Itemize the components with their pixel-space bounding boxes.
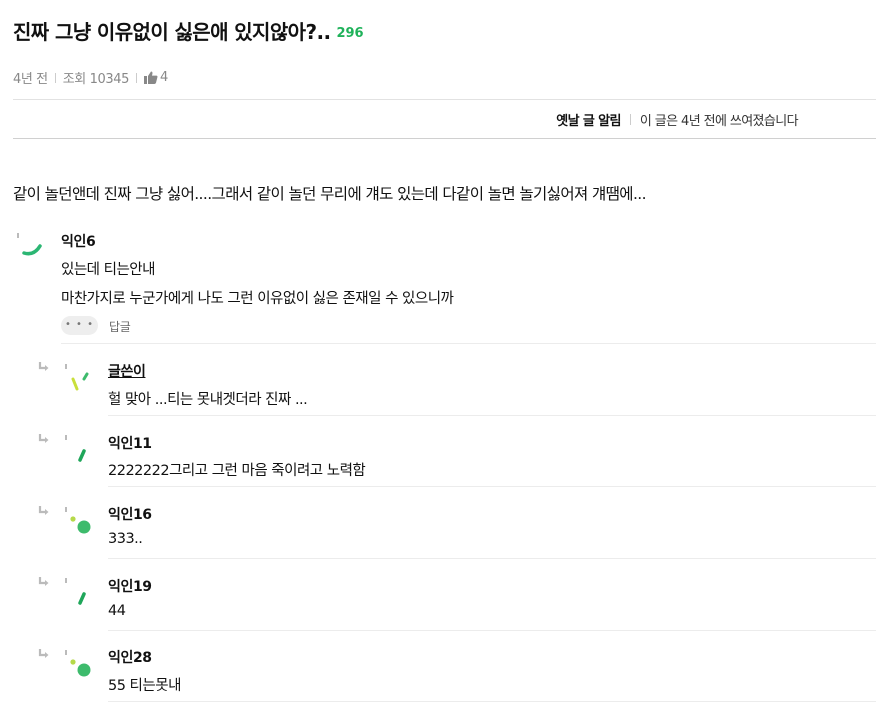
reply-text: 55 티는못내 — [108, 678, 181, 694]
reply-text: 44 — [108, 603, 126, 619]
divider — [13, 99, 876, 100]
comment-nickname[interactable]: 익인6 — [61, 231, 96, 251]
divider — [108, 630, 876, 631]
divider — [54, 72, 56, 83]
divider — [108, 486, 876, 487]
reply-text: 헐 맞아 ...티는 못내겟더라 진짜 ... — [108, 392, 308, 408]
thumbs-up-icon — [143, 71, 158, 84]
reply-arrow-icon — [38, 362, 49, 371]
reply-nickname[interactable]: 익인11 — [108, 433, 152, 453]
comment-count[interactable]: 296 — [336, 26, 363, 41]
post-title: 진짜 그냥 이유없이 싫은애 있지않아?.. — [13, 20, 331, 44]
reply-nickname[interactable]: 익인19 — [108, 576, 152, 596]
comment-text: 마찬가지로 누군가에게 나도 그런 이유없이 싫은 존재일 수 있으니까 — [61, 291, 454, 307]
reply-nickname[interactable]: 익인28 — [108, 647, 152, 667]
more-options-button[interactable]: • • • — [61, 316, 98, 335]
avatar[interactable] — [14, 229, 44, 259]
avatar[interactable] — [62, 648, 92, 678]
divider — [108, 415, 876, 416]
reply-button[interactable]: 답글 — [109, 318, 131, 335]
comment-text: 있는데 티는안내 — [61, 262, 156, 278]
avatar[interactable] — [62, 433, 92, 463]
old-post-label: 옛날 글 알림 — [556, 114, 621, 129]
reply-arrow-icon — [38, 577, 49, 586]
reply-text: 333.. — [108, 531, 143, 547]
divider — [108, 558, 876, 559]
post-body: 같이 놀던앤데 진짜 그냥 싫어....그래서 같이 놀던 무리에 걔도 있는데… — [13, 185, 647, 203]
like-count-value: 4 — [159, 70, 168, 85]
avatar[interactable] — [62, 505, 92, 535]
like-count[interactable]: 4 — [143, 70, 168, 85]
divider — [61, 343, 876, 344]
reply-arrow-icon — [38, 434, 49, 443]
post-age: 4년 전 — [13, 72, 48, 87]
view-count: 조회 10345 — [62, 72, 130, 87]
avatar[interactable] — [62, 362, 92, 392]
avatar[interactable] — [62, 576, 92, 606]
reply-arrow-icon — [38, 506, 49, 515]
divider — [108, 701, 876, 702]
reply-arrow-icon — [38, 649, 49, 658]
post-title-row: 진짜 그냥 이유없이 싫은애 있지않아?.. 296 — [13, 16, 364, 45]
divider — [629, 114, 631, 125]
old-post-text: 이 글은 4년 전에 쓰여졌습니다 — [639, 114, 799, 129]
reply-nickname-author[interactable]: 글쓴이 — [108, 361, 146, 381]
reply-nickname[interactable]: 익인16 — [108, 504, 152, 524]
post-meta: 4년 전 조회 10345 4 — [13, 68, 168, 87]
old-post-notice: 옛날 글 알림 이 글은 4년 전에 쓰여졌습니다 — [556, 110, 799, 129]
reply-text: 2222222그리고 그런 마음 죽이려고 노력함 — [108, 463, 366, 479]
divider — [13, 138, 876, 139]
divider — [135, 72, 137, 83]
